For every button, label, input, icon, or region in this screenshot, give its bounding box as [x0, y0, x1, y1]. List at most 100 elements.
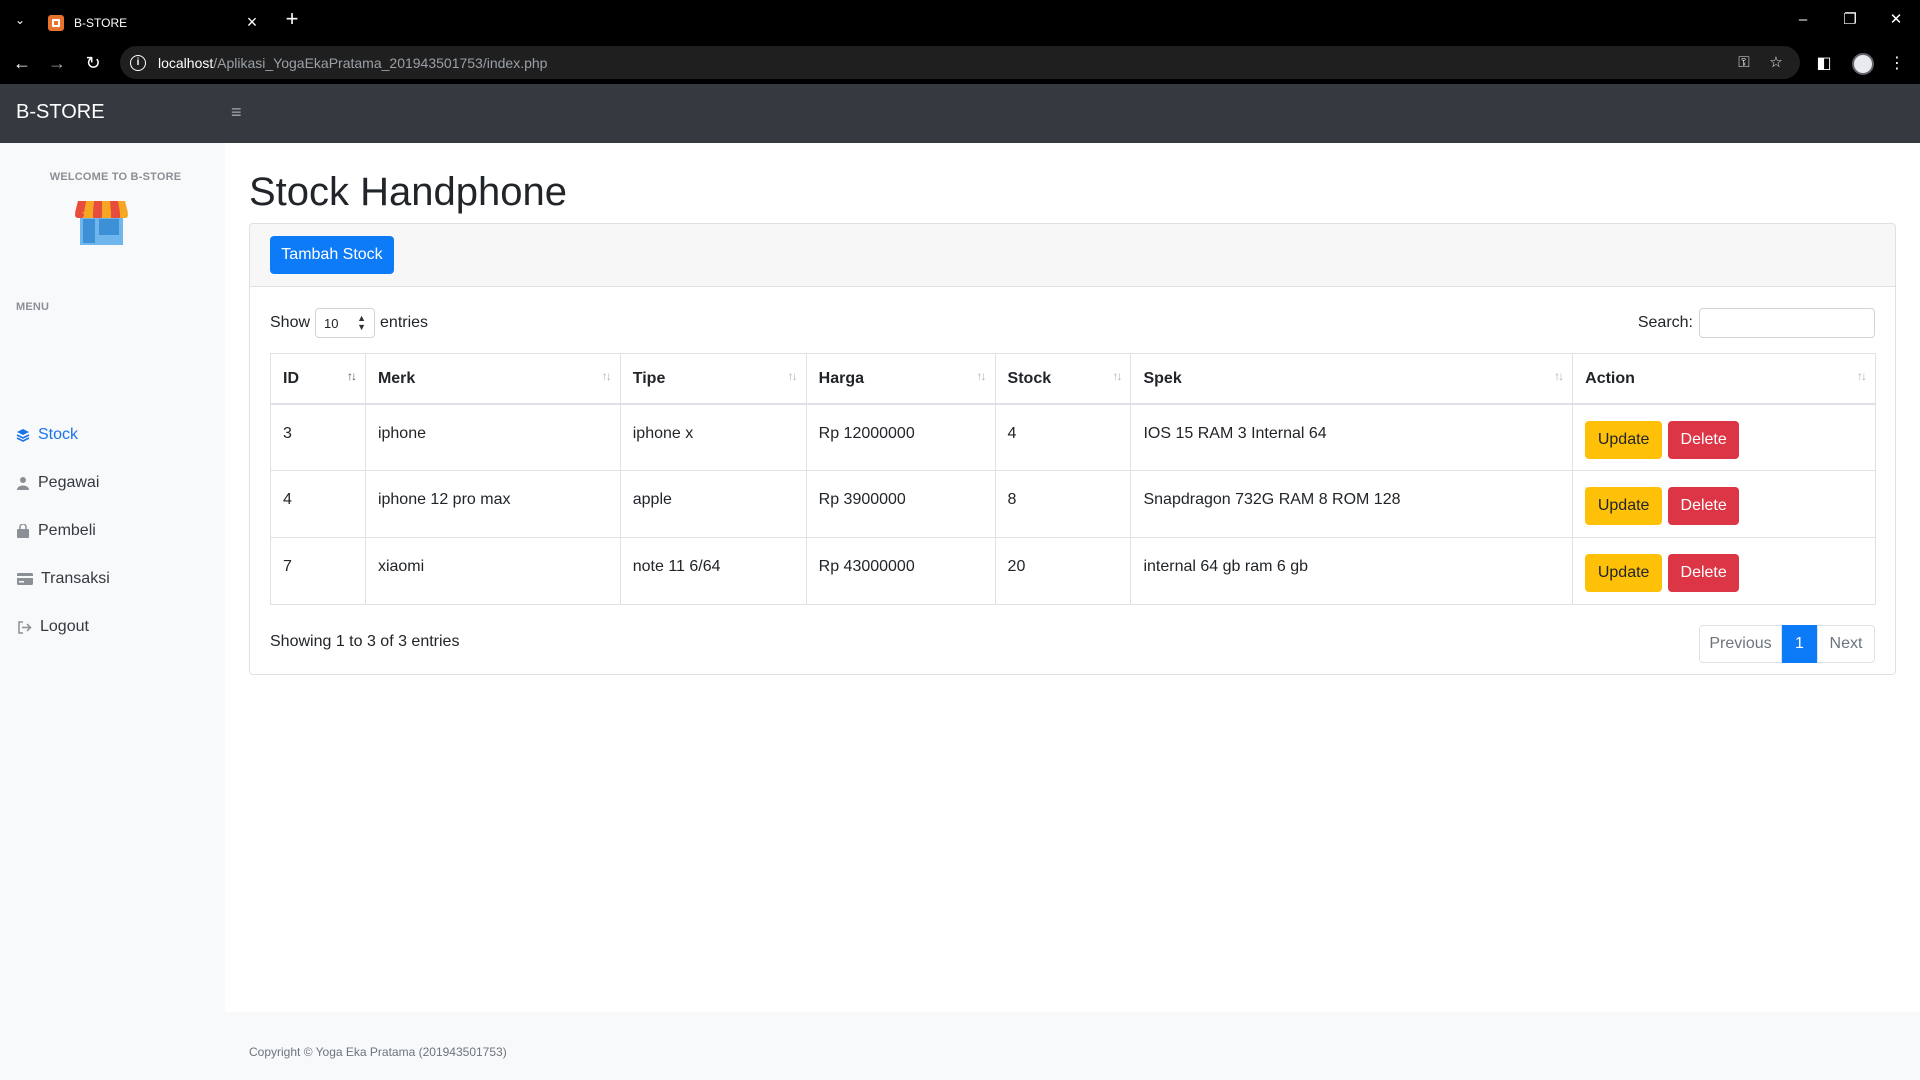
- sidebar-toggle-icon[interactable]: ≡: [231, 102, 242, 123]
- side-panel-icon[interactable]: ◧: [1812, 52, 1836, 76]
- table-row: 4 iphone 12 pro max apple Rp 3900000 8 S…: [270, 470, 1876, 538]
- sidebar-item-label: Pembeli: [38, 522, 96, 539]
- sidebar-item-label: Logout: [40, 618, 89, 635]
- show-label: Show: [270, 314, 311, 331]
- brand-link[interactable]: B-STORE: [16, 101, 105, 124]
- profile-avatar[interactable]: [1852, 53, 1874, 75]
- cell-merk: iphone 12 pro max: [364, 470, 621, 538]
- pagination-page-1[interactable]: 1: [1782, 625, 1817, 663]
- browser-tab[interactable]: B-STORE ×: [40, 4, 272, 41]
- sidebar-item-pegawai[interactable]: Pegawai: [16, 471, 99, 495]
- cell-merk: iphone: [364, 403, 621, 471]
- address-bar[interactable]: i localhost/Aplikasi_YogaEkaPratama_2019…: [120, 46, 1800, 79]
- column-header-id[interactable]: ID ↑↓: [270, 353, 366, 405]
- column-header-spek[interactable]: Spek ↑↓: [1130, 353, 1574, 405]
- copyright-text: Copyright © Yoga Eka Pratama (2019435017…: [249, 1045, 507, 1059]
- favicon-icon: [48, 14, 64, 31]
- forward-arrow-icon[interactable]: →: [44, 50, 70, 76]
- shopping-bag-icon: [16, 524, 30, 538]
- reload-icon[interactable]: ↻: [80, 50, 106, 76]
- new-tab-plus-icon[interactable]: +: [280, 8, 304, 32]
- url-host: localhost: [158, 54, 214, 71]
- delete-button[interactable]: Delete: [1668, 554, 1740, 592]
- browser-tabbar: ⌄ B-STORE × + – ❐ ✕: [0, 0, 1920, 41]
- sidebar-menu-heading: MENU: [16, 301, 50, 313]
- column-header-action[interactable]: Action ↑↓: [1572, 353, 1876, 405]
- column-header-label: Spek: [1143, 370, 1182, 387]
- sort-icon: ↑↓: [1112, 369, 1122, 383]
- add-stock-button[interactable]: Tambah Stock: [270, 236, 394, 274]
- password-key-icon[interactable]: ⚿: [1734, 53, 1754, 73]
- column-header-label: Tipe: [632, 370, 666, 387]
- more-menu-icon[interactable]: ⋮: [1885, 52, 1909, 76]
- stock-table: ID ↑↓ Merk ↑↓ Tipe ↑↓ Harga ↑↓ Stock ↑↓ Spek ↑…: [270, 353, 1876, 605]
- browser-toolbar: ← → ↻ i localhost/Aplikasi_YogaEkaPratam…: [0, 41, 1920, 84]
- column-header-stock[interactable]: Stock ↑↓: [994, 353, 1132, 405]
- sidebar-item-stock[interactable]: Stock: [16, 423, 78, 447]
- cell-id: 7: [270, 537, 366, 605]
- sort-icon: ↑↓: [601, 369, 612, 383]
- tab-close-icon[interactable]: ×: [240, 12, 264, 33]
- column-header-harga[interactable]: Harga ↑↓: [805, 353, 996, 405]
- cell-merk: xiaomi: [364, 537, 621, 605]
- minimize-icon[interactable]: –: [1783, 8, 1823, 32]
- top-navbar: B-STORE ≡: [0, 84, 1920, 143]
- store-logo-icon: [75, 201, 128, 245]
- update-button[interactable]: Update: [1585, 487, 1663, 525]
- sidebar-item-logout[interactable]: Logout: [16, 615, 89, 639]
- update-button[interactable]: Update: [1585, 554, 1663, 592]
- delete-button[interactable]: Delete: [1668, 420, 1740, 459]
- cell-tipe: note 11 6/64: [619, 537, 807, 605]
- pagination-previous[interactable]: Previous: [1699, 625, 1782, 663]
- select-updown-icon: ▲ ▼: [357, 313, 367, 332]
- column-header-label: Action: [1585, 370, 1635, 387]
- layers-icon: [16, 428, 30, 442]
- tab-search-chevron-icon[interactable]: ⌄: [10, 10, 30, 30]
- sort-icon: ↑↓: [1857, 369, 1867, 383]
- table-row: 3 iphone iphone x Rp 12000000 4 IOS 15 R…: [270, 403, 1876, 471]
- pagination-next[interactable]: Next: [1817, 625, 1875, 663]
- cell-spek: internal 64 gb ram 6 gb: [1130, 537, 1574, 605]
- cell-id: 4: [270, 470, 366, 538]
- sidebar-item-pembeli[interactable]: Pembeli: [16, 519, 96, 543]
- cell-action: Update Delete: [1572, 537, 1876, 605]
- cell-action: Update Delete: [1572, 470, 1876, 538]
- column-header-label: Merk: [377, 370, 416, 387]
- column-header-tipe[interactable]: Tipe ↑↓: [619, 353, 807, 405]
- restore-icon[interactable]: ❐: [1830, 8, 1870, 32]
- bookmark-star-icon[interactable]: ☆: [1766, 53, 1786, 73]
- update-button[interactable]: Update: [1585, 420, 1663, 459]
- stock-card: Tambah Stock Show 10 ▲ ▼ entries Search: …: [249, 223, 1896, 675]
- column-header-merk[interactable]: Merk ↑↓: [364, 353, 621, 405]
- cell-id: 3: [270, 403, 366, 471]
- cell-action: Update Delete: [1572, 403, 1876, 471]
- page-length-select[interactable]: 10 ▲ ▼: [315, 308, 376, 338]
- cell-harga: Rp 12000000: [805, 403, 996, 471]
- page-title: Stock Handphone: [249, 170, 568, 214]
- sidebar-item-transaksi[interactable]: Transaksi: [16, 567, 110, 591]
- column-header-label: ID: [283, 370, 299, 387]
- table-row: 7 xiaomi note 11 6/64 Rp 43000000 20 int…: [270, 537, 1876, 605]
- card-header: Tambah Stock: [250, 224, 1895, 287]
- search-label: Search:: [1637, 314, 1693, 331]
- back-arrow-icon[interactable]: ←: [9, 50, 35, 76]
- cell-tipe: apple: [619, 470, 807, 538]
- site-info-icon[interactable]: i: [130, 54, 146, 71]
- page-length-control: Show 10 ▲ ▼ entries: [270, 308, 428, 338]
- search-control: Search:: [1638, 308, 1875, 338]
- page-length-value: 10: [324, 315, 339, 331]
- sidebar-item-label: Stock: [38, 426, 79, 443]
- pagination: Previous 1 Next: [1699, 625, 1875, 663]
- sidebar-welcome-heading: WELCOME TO B-STORE: [49, 171, 182, 183]
- sign-out-icon: [16, 620, 32, 634]
- sidebar-item-label: Transaksi: [41, 570, 110, 587]
- sort-icon: ↑↓: [787, 369, 798, 383]
- column-header-label: Stock: [1007, 370, 1052, 387]
- tab-title: B-STORE: [74, 15, 128, 30]
- search-input[interactable]: [1699, 308, 1875, 338]
- cell-stock: 8: [994, 470, 1132, 538]
- window-close-icon[interactable]: ✕: [1876, 8, 1916, 32]
- delete-button[interactable]: Delete: [1668, 487, 1740, 525]
- url-text[interactable]: localhost/Aplikasi_YogaEkaPratama_201943…: [158, 55, 547, 71]
- cell-spek: IOS 15 RAM 3 Internal 64: [1130, 403, 1574, 471]
